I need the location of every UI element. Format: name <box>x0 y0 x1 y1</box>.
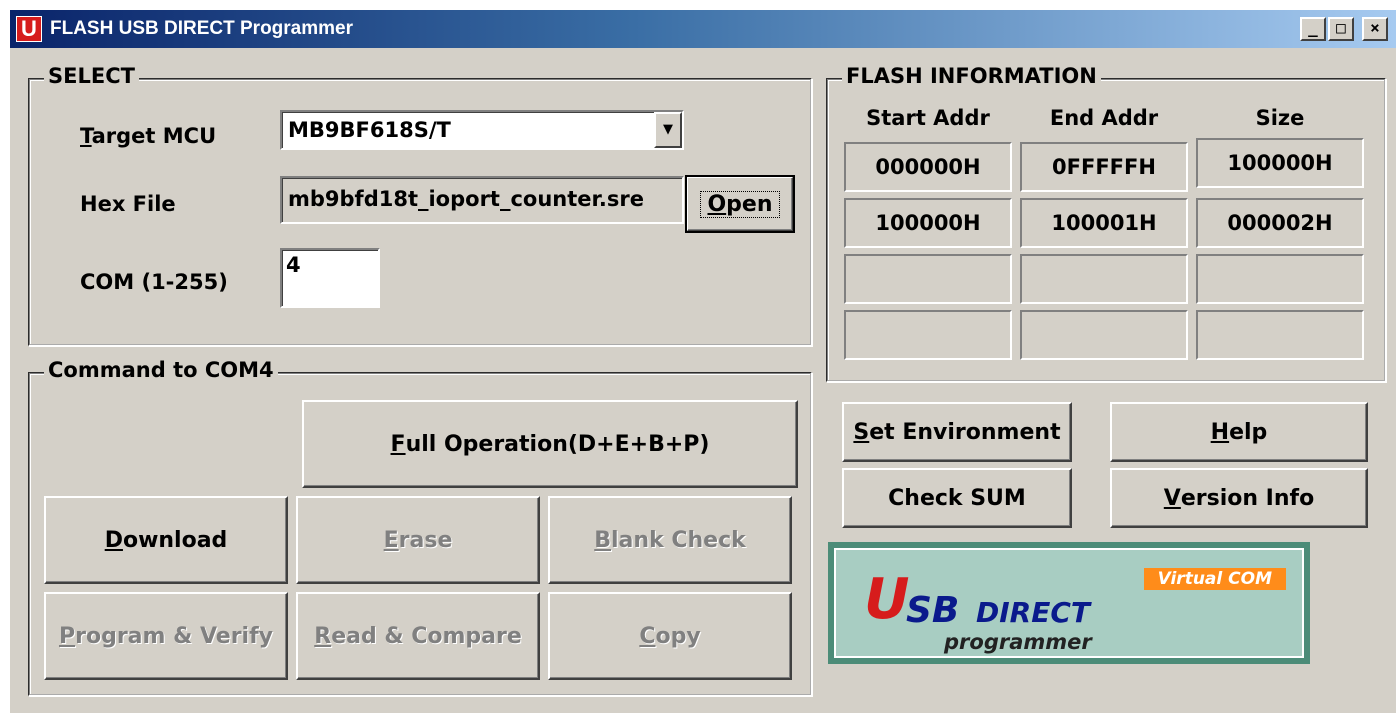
help-button[interactable]: Help <box>1110 402 1368 462</box>
logo-programmer-text: programmer <box>944 630 1092 654</box>
table-cell: 100000H <box>844 198 1012 248</box>
flash-info-group-title: FLASH INFORMATION <box>842 64 1101 88</box>
target-mcu-label: Target MCU <box>80 124 217 148</box>
close-button[interactable]: × <box>1362 17 1388 41</box>
title-bar[interactable]: U FLASH USB DIRECT Programmer _ □ × <box>10 10 1396 48</box>
logo-u-letter: U <box>864 567 910 632</box>
usb-direct-logo: Virtual COM U SB DIRECT programmer <box>828 542 1310 664</box>
command-group: Command to COM4 Full Operation(D+E+B+P) … <box>28 358 812 696</box>
target-mcu-select[interactable]: MB9BF618S/T ▼ <box>280 110 684 150</box>
full-operation-button[interactable]: Full Operation(D+E+B+P) <box>302 400 798 488</box>
com-port-input[interactable]: 4 <box>280 248 380 308</box>
com-label: COM (1-255) <box>80 270 228 294</box>
table-cell: 0FFFFFH <box>1020 142 1188 192</box>
table-cell: 000002H <box>1196 198 1364 248</box>
maximize-button[interactable]: □ <box>1328 17 1354 41</box>
logo-direct-text: DIRECT <box>976 596 1090 629</box>
table-cell <box>1020 310 1188 360</box>
program-verify-button[interactable]: Program & Verify <box>44 592 288 680</box>
copy-button[interactable]: Copy <box>548 592 792 680</box>
command-group-title: Command to COM4 <box>44 358 278 382</box>
flash-info-group: FLASH INFORMATION Start Addr End Addr Si… <box>826 64 1386 382</box>
check-sum-button[interactable]: Check SUM <box>842 468 1072 528</box>
col-end-addr: End Addr <box>1049 106 1159 130</box>
table-cell <box>844 310 1012 360</box>
logo-sb-text: SB <box>906 590 960 631</box>
hex-file-label: Hex File <box>80 192 176 216</box>
col-start-addr: Start Addr <box>866 106 990 130</box>
select-group: SELECT Target MCU MB9BF618S/T ▼ Hex File… <box>28 64 812 346</box>
virtual-com-badge: Virtual COM <box>1143 568 1286 590</box>
select-group-title: SELECT <box>44 64 139 88</box>
table-cell <box>1196 254 1364 304</box>
version-info-button[interactable]: Version Info <box>1110 468 1368 528</box>
table-cell <box>1020 254 1188 304</box>
minimize-button[interactable]: _ <box>1300 17 1326 41</box>
read-compare-button[interactable]: Read & Compare <box>296 592 540 680</box>
app-window: U FLASH USB DIRECT Programmer _ □ × SELE… <box>10 10 1396 713</box>
table-cell: 000000H <box>844 142 1012 192</box>
target-mcu-value: MB9BF618S/T <box>288 118 451 142</box>
window-title: FLASH USB DIRECT Programmer <box>50 18 353 39</box>
table-cell <box>844 254 1012 304</box>
open-button[interactable]: Open <box>685 175 795 233</box>
logo-panel: Virtual COM U SB DIRECT programmer <box>834 548 1304 658</box>
set-environment-button[interactable]: Set Environment <box>842 402 1072 462</box>
hex-file-field[interactable]: mb9bfd18t_ioport_counter.sre <box>280 176 684 224</box>
download-button[interactable]: Download <box>44 496 288 584</box>
table-cell <box>1196 310 1364 360</box>
chevron-down-icon[interactable]: ▼ <box>654 112 682 148</box>
col-size: Size <box>1255 106 1305 130</box>
table-cell: 100001H <box>1020 198 1188 248</box>
erase-button[interactable]: Erase <box>296 496 540 584</box>
table-cell: 100000H <box>1196 138 1364 188</box>
blank-check-button[interactable]: Blank Check <box>548 496 792 584</box>
app-logo-icon[interactable]: U <box>16 16 42 42</box>
